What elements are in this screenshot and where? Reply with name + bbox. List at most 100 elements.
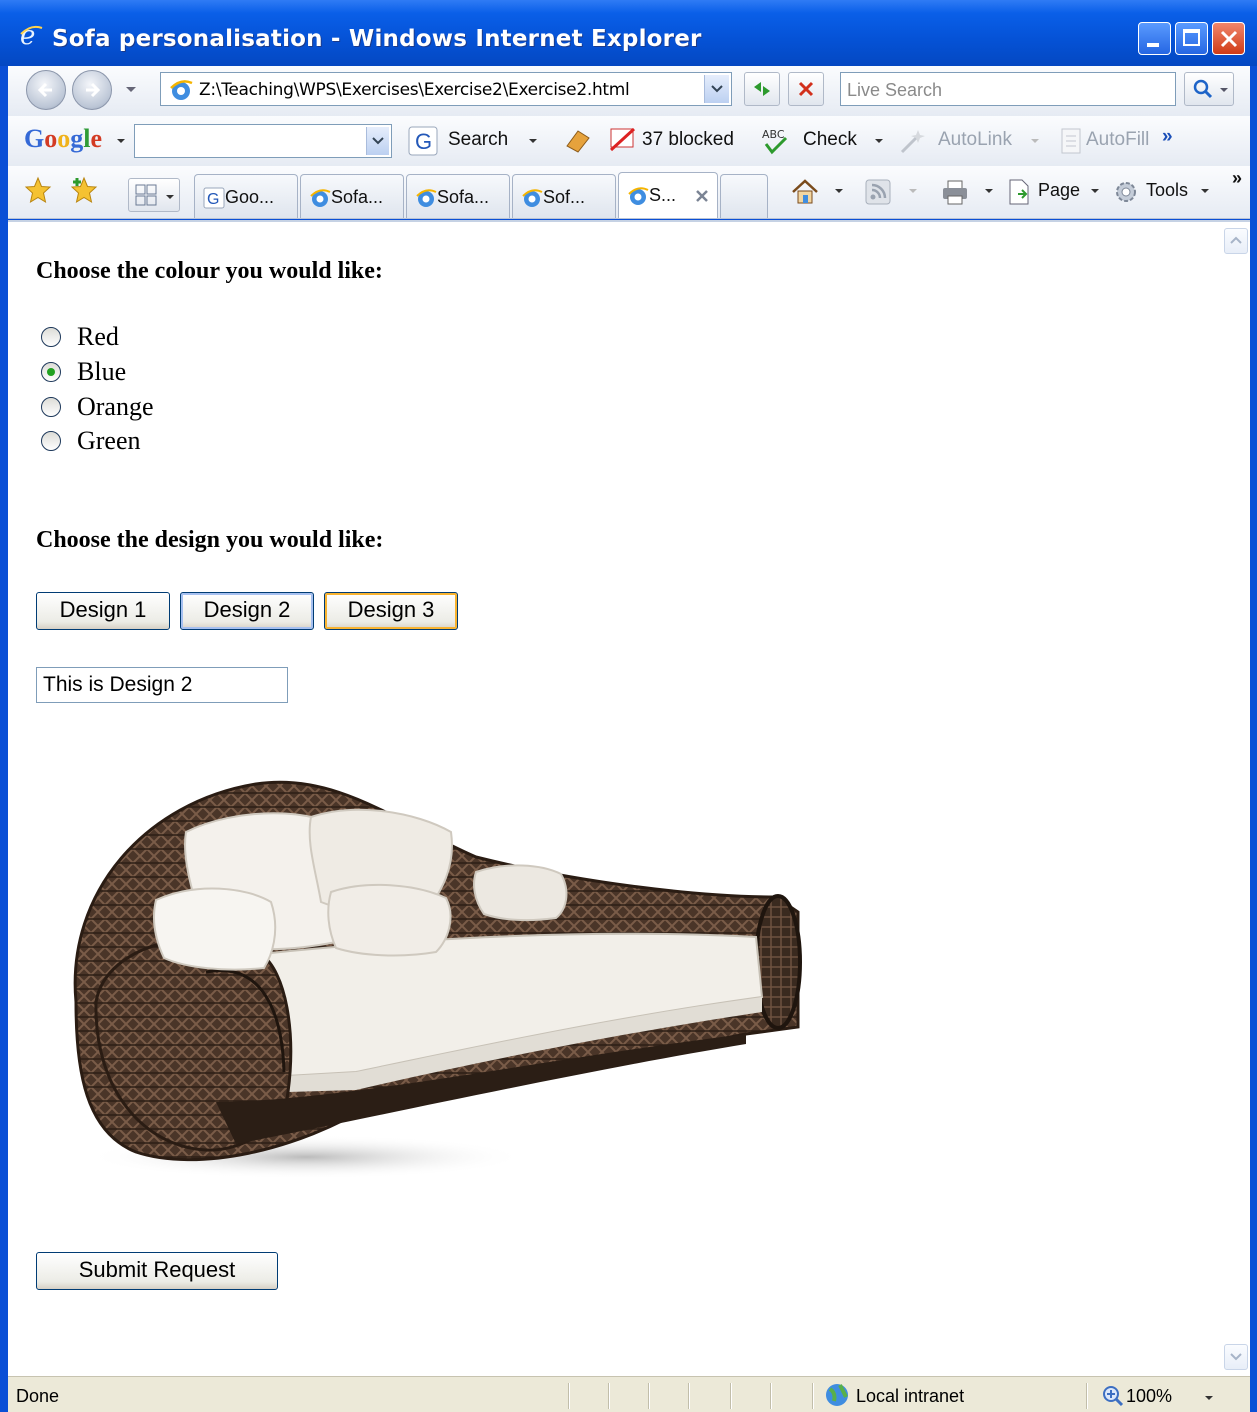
radio-label: Orange [77,392,154,421]
search-placeholder: Live Search [847,80,943,100]
scroll-up-button[interactable] [1224,228,1248,254]
radio-button[interactable] [41,327,61,347]
window-title: Sofa personalisation - Windows Internet … [52,26,702,52]
bookmark-icon[interactable] [564,128,592,154]
close-icon [1220,30,1238,48]
page-content: Choose the colour you would like: Red Bl… [8,220,1250,1376]
command-bar-more-button[interactable]: » [1232,168,1242,189]
address-dropdown-button[interactable] [704,75,729,103]
ie-page-icon [416,189,437,207]
design-heading: Choose the design you would like: [36,527,384,553]
tab-label: Sofa... [437,187,490,207]
tools-menu-chevron-icon[interactable] [1200,188,1210,194]
close-button[interactable] [1212,22,1245,55]
zoom-chevron-icon[interactable] [1204,1395,1214,1401]
svg-text:G: G [207,191,219,208]
status-divider [812,1383,814,1409]
tab-sofa-active[interactable]: S... [618,172,718,218]
svg-text:e: e [20,22,35,48]
google-search-input[interactable] [134,124,392,158]
autofill-icon [1061,128,1081,154]
status-divider [730,1383,732,1409]
ie-logo-icon: e [20,22,43,48]
google-g-icon: G [203,187,225,209]
tab-list-chevron-icon [166,195,174,199]
address-url: Z:\Teaching\WPS\Exercises\Exercise2\Exer… [199,80,630,100]
google-g-icon: G [408,126,438,156]
quick-tabs-icon [135,184,157,206]
home-options-chevron-icon[interactable] [834,188,844,194]
search-button[interactable] [1184,72,1234,106]
forward-button[interactable] [72,70,112,110]
tab-sofa-1[interactable]: Sofa... [300,174,404,218]
radio-button[interactable] [41,362,61,382]
search-icon [1193,79,1213,99]
status-divider [608,1383,610,1409]
autolink-button[interactable]: AutoLink [938,129,1012,151]
ie-window: e Sofa personalisation - Windows Interne… [0,0,1257,1412]
status-divider [648,1383,650,1409]
submit-request-button[interactable]: Submit Request [36,1252,278,1290]
stop-button[interactable] [788,72,824,106]
gear-icon [1116,182,1136,202]
tab-sofa-2[interactable]: Sofa... [406,174,510,218]
sofa-image [73,780,802,1179]
favorites-star-icon[interactable] [24,176,52,204]
back-arrow-icon [37,82,52,98]
add-favorites-icon[interactable] [70,176,100,204]
google-search-button[interactable]: Search [448,129,508,151]
google-menu-chevron-icon[interactable] [116,138,126,144]
tab-sofa-3[interactable]: Sof... [512,174,616,218]
page-menu-chevron-icon[interactable] [1090,188,1100,194]
autolink-wand-icon [900,130,925,154]
google-toolbar-more-button[interactable]: » [1162,126,1173,148]
autolink-options-chevron-icon[interactable] [1030,138,1040,144]
title-bar: e Sofa personalisation - Windows Interne… [0,0,1257,66]
google-logo[interactable]: Google [24,124,102,154]
print-icon[interactable] [940,178,970,206]
minimize-button[interactable] [1138,22,1171,55]
design-2-button[interactable]: Design 2 [180,592,314,630]
design-description-field[interactable]: This is Design 2 [36,667,288,703]
status-divider [1086,1383,1088,1409]
scroll-down-button[interactable] [1224,1344,1248,1370]
design-3-button[interactable]: Design 3 [324,592,458,630]
check-options-chevron-icon[interactable] [874,138,884,144]
radio-button[interactable] [41,397,61,417]
popup-blocked-count[interactable]: 37 blocked [642,129,734,151]
status-divider [770,1383,772,1409]
stop-icon [798,81,814,97]
new-tab-button[interactable] [720,174,768,218]
spellcheck-button[interactable]: Check [803,129,857,151]
tools-menu-button[interactable]: Tools [1146,180,1188,201]
zoom-icon [1103,1386,1124,1407]
address-field[interactable]: Z:\Teaching\WPS\Exercises\Exercise2\Exer… [160,72,732,106]
print-options-chevron-icon[interactable] [984,188,994,194]
page-menu-button[interactable]: Page [1038,180,1080,201]
google-search-dropdown[interactable] [366,127,389,155]
status-divider [568,1383,570,1409]
back-button[interactable] [26,70,66,110]
tab-label: S... [649,185,677,205]
google-toolbar: Google G Search 37 blocked ABC Check Aut… [8,116,1250,167]
refresh-icon [754,82,770,96]
history-dropdown-icon[interactable] [125,86,137,94]
feed-options-chevron-icon[interactable] [908,188,918,194]
autofill-button[interactable]: AutoFill [1086,129,1149,151]
vertical-scrollbar[interactable] [1222,222,1250,1376]
zoom-level-button[interactable]: 100% [1126,1386,1172,1407]
rss-feed-icon[interactable] [864,178,892,206]
maximize-button[interactable] [1175,22,1208,55]
tab-google[interactable]: G Goo... [194,174,298,218]
status-divider [688,1383,690,1409]
refresh-button[interactable] [744,72,780,106]
design-1-button[interactable]: Design 1 [36,592,170,630]
home-icon[interactable] [790,178,820,206]
status-text: Done [16,1386,60,1406]
quick-tabs-button[interactable] [128,178,180,212]
security-zone-text: Local intranet [856,1386,965,1406]
search-options-chevron-icon[interactable] [528,138,538,144]
live-search-input[interactable]: Live Search [840,72,1176,106]
close-tab-icon[interactable] [695,189,709,203]
radio-button[interactable] [41,431,61,451]
